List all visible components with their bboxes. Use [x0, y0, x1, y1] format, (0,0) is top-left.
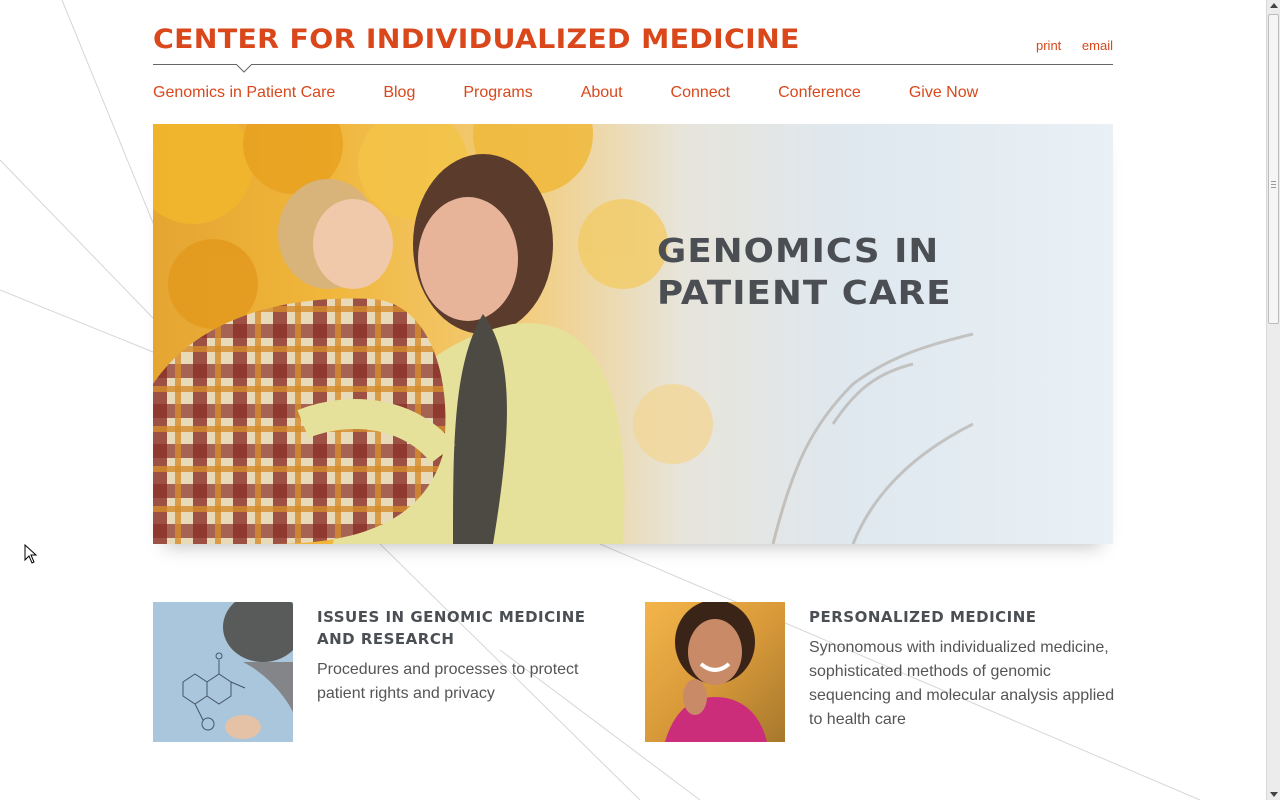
hero-banner[interactable]: GENOMICS IN PATIENT CARE: [153, 124, 1113, 544]
email-link[interactable]: email: [1082, 38, 1113, 53]
feature-title[interactable]: PERSONALIZED MEDICINE: [809, 606, 1109, 628]
woman-photo-icon: [645, 602, 785, 742]
hero-title-line-2: PATIENT CARE: [657, 273, 952, 312]
nav-item-give-now[interactable]: Give Now: [909, 84, 978, 102]
nav-item-conference[interactable]: Conference: [778, 84, 861, 102]
feature-description: Procedures and processes to protect pati…: [317, 661, 579, 702]
hero-title-line-1: GENOMICS IN: [657, 231, 940, 270]
scroll-grip-icon: [1271, 184, 1276, 185]
molecule-photo-icon: [153, 602, 293, 742]
feature-card-personalized-medicine[interactable]: PERSONALIZED MEDICINE Synonomous with in…: [645, 602, 1115, 752]
hero-title: GENOMICS IN PATIENT CARE: [657, 230, 1089, 314]
scroll-thumb[interactable]: [1268, 14, 1279, 324]
feature-thumbnail-molecule[interactable]: [153, 602, 293, 742]
nav-item-connect[interactable]: Connect: [671, 84, 731, 102]
scroll-down-arrow-icon[interactable]: [1270, 792, 1278, 797]
scroll-grip-icon: [1271, 187, 1276, 188]
utility-links: print email: [1019, 38, 1113, 53]
page-container: CENTER FOR INDIVIDUALIZED MEDICINE print…: [153, 0, 1115, 800]
nav-item-programs[interactable]: Programs: [463, 84, 532, 102]
feature-description: Synonomous with individualized medicine,…: [809, 639, 1115, 728]
vertical-scrollbar[interactable]: [1266, 0, 1280, 800]
feature-title[interactable]: ISSUES IN GENOMIC MEDICINE AND RESEARCH: [317, 606, 617, 650]
active-nav-indicator: [236, 64, 252, 73]
scroll-up-arrow-icon[interactable]: [1270, 3, 1278, 8]
feature-card-genomic-issues[interactable]: ISSUES IN GENOMIC MEDICINE AND RESEARCH …: [153, 602, 623, 752]
site-title[interactable]: CENTER FOR INDIVIDUALIZED MEDICINE: [153, 24, 800, 55]
header-divider: [153, 64, 1113, 65]
nav-item-blog[interactable]: Blog: [383, 84, 415, 102]
hero-image: [153, 124, 974, 544]
print-link[interactable]: print: [1036, 38, 1061, 53]
scroll-grip-icon: [1271, 181, 1276, 182]
mouse-pointer-icon: [24, 544, 38, 564]
nav-item-genomics-in-patient-care[interactable]: Genomics in Patient Care: [153, 84, 335, 102]
feature-thumbnail-woman[interactable]: [645, 602, 785, 742]
main-nav: Genomics in Patient Care Blog Programs A…: [153, 84, 1026, 102]
nav-item-about[interactable]: About: [581, 84, 623, 102]
